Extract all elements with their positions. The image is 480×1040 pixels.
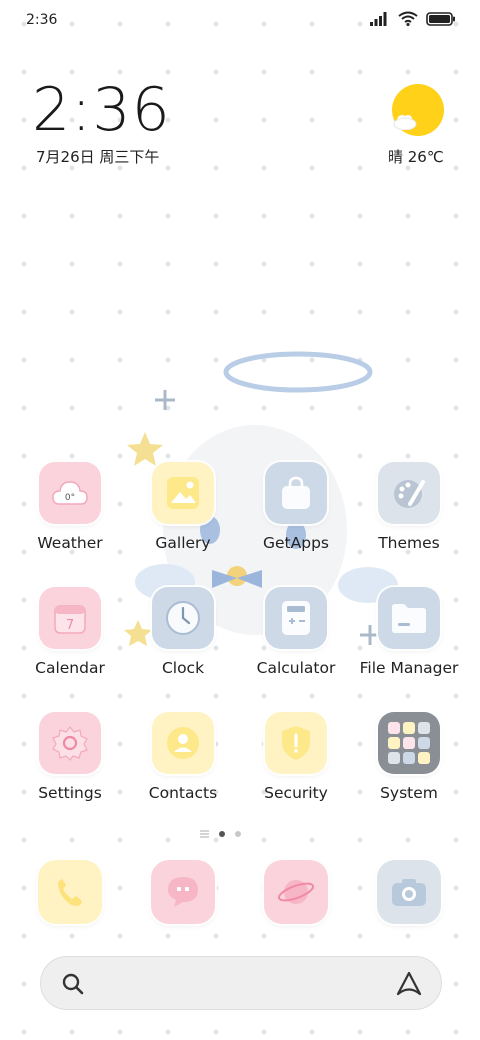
browser-icon	[277, 880, 315, 904]
status-time: 2:36	[26, 12, 58, 28]
file-manager-icon	[378, 587, 440, 649]
search-icon	[62, 973, 84, 995]
page-dot[interactable]	[235, 831, 241, 837]
phone-icon	[58, 879, 82, 906]
app-label: Settings	[38, 784, 102, 802]
clock-widget-date: 7月26日 周三下午	[36, 148, 160, 166]
app-label: Gallery	[155, 534, 211, 552]
halo	[223, 351, 373, 393]
settings-icon	[39, 712, 101, 774]
search-bar[interactable]	[40, 956, 442, 1010]
app-calculator[interactable]: Calculator	[240, 587, 352, 697]
svg-text:0°: 0°	[65, 493, 75, 503]
signal-icon	[370, 11, 387, 26]
app-themes[interactable]: Themes	[353, 462, 465, 572]
security-icon	[265, 712, 327, 774]
app-getapps[interactable]: GetApps	[240, 462, 352, 572]
app-weather[interactable]: 0° Weather	[14, 462, 126, 572]
battery-icon	[426, 11, 455, 26]
wifi-icon	[398, 11, 418, 26]
menu-lines-icon	[200, 830, 209, 838]
dock-phone[interactable]	[38, 860, 102, 924]
getapps-icon	[265, 462, 327, 524]
camera-icon	[392, 879, 426, 906]
calendar-icon: 7	[39, 587, 101, 649]
svg-text:7: 7	[66, 618, 74, 633]
cloud-icon	[393, 115, 417, 130]
app-label: Calendar	[35, 659, 105, 677]
page-indicator[interactable]	[200, 830, 280, 838]
app-gallery[interactable]: Gallery	[127, 462, 239, 572]
star-decoration	[127, 432, 163, 466]
calculator-icon	[265, 587, 327, 649]
clock-widget-time[interactable]: 2:36	[32, 74, 171, 146]
status-icons	[370, 11, 456, 26]
system-folder-icon	[378, 712, 440, 774]
app-calendar[interactable]: 7 Calendar	[14, 587, 126, 697]
app-label: Weather	[37, 534, 103, 552]
app-label: Clock	[161, 659, 205, 677]
sparkle-decoration	[155, 390, 175, 410]
assistant-icon[interactable]	[395, 970, 423, 998]
dock-browser[interactable]	[264, 860, 328, 924]
app-label: Security	[264, 784, 328, 802]
dock-messages[interactable]	[151, 860, 215, 924]
app-file-manager[interactable]: File Manager	[353, 587, 465, 697]
clock-icon	[152, 587, 214, 649]
app-label: Calculator	[256, 659, 336, 677]
themes-icon	[378, 462, 440, 524]
weather-icon: 0°	[39, 462, 101, 524]
app-label: GetApps	[263, 534, 329, 552]
app-settings[interactable]: Settings	[14, 712, 126, 822]
dock-camera[interactable]	[377, 860, 441, 924]
gallery-icon	[152, 462, 214, 524]
app-label: Contacts	[148, 784, 218, 802]
contacts-icon	[152, 712, 214, 774]
page-dot[interactable]	[219, 831, 225, 837]
app-label: Themes	[378, 534, 440, 552]
app-clock[interactable]: Clock	[127, 587, 239, 697]
app-security[interactable]: Security	[240, 712, 352, 822]
app-contacts[interactable]: Contacts	[127, 712, 239, 822]
character-bow	[212, 570, 262, 588]
weather-widget-text: 晴 26℃	[388, 148, 444, 166]
messages-icon	[168, 877, 198, 907]
app-system-folder[interactable]: System	[353, 712, 465, 822]
app-label: File Manager	[359, 659, 459, 677]
app-label: System	[380, 784, 438, 802]
